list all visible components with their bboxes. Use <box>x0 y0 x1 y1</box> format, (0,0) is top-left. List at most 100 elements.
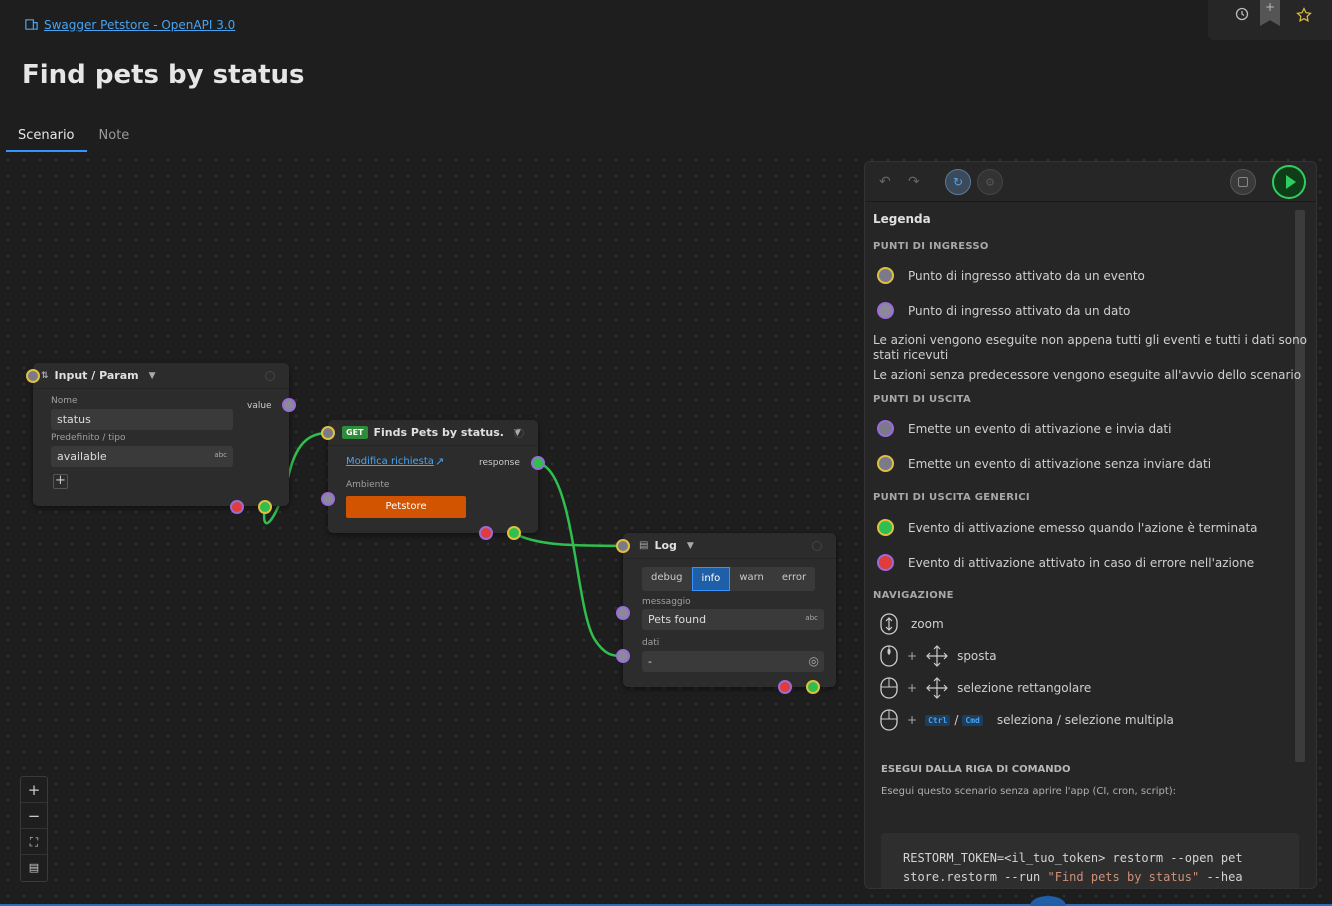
log-node-trigger-port[interactable] <box>616 539 630 553</box>
refresh-icon: ↻ <box>952 175 964 189</box>
legend-generic-err: Evento di attivazione attivato in caso d… <box>877 554 1254 571</box>
history-icon[interactable] <box>1234 6 1250 22</box>
scrollbar[interactable] <box>1295 210 1305 762</box>
panel-toolbar: ↶ ↷ ↻ ⚙ <box>865 162 1316 202</box>
node-header[interactable]: ▤ Log ▼ <box>623 533 836 559</box>
legend-generic-ok: Evento di attivazione emesso quando l'az… <box>877 519 1258 536</box>
level-error[interactable]: error <box>773 567 815 591</box>
default-label: Predefinito / tipo <box>51 433 126 443</box>
top-toolbar: + <box>1208 0 1332 40</box>
data-port-icon <box>877 302 894 319</box>
message-label: messaggio <box>642 597 691 607</box>
play-icon <box>1285 175 1296 189</box>
node-header[interactable]: ⇅ Input / Param ▼ <box>33 363 289 389</box>
node-status-icon <box>812 541 822 551</box>
log-node-data-port[interactable] <box>616 649 630 663</box>
input-node-trigger-port[interactable] <box>26 369 40 383</box>
external-link-icon[interactable]: ↗ <box>435 455 444 468</box>
chevron-down-icon[interactable]: ▼ <box>687 541 694 551</box>
breadcrumb[interactable]: Swagger Petstore - OpenAPI 3.0 <box>24 17 235 32</box>
log-node-done-port[interactable] <box>806 680 820 694</box>
name-field[interactable]: status <box>51 409 233 430</box>
stop-button[interactable] <box>1230 169 1256 195</box>
nav-select: + Ctrl / Cmd seleziona / selezione multi… <box>879 709 1174 731</box>
chevron-down-icon[interactable]: ▼ <box>149 371 156 381</box>
input-node-value-port[interactable] <box>282 398 296 412</box>
request-node-trigger-port[interactable] <box>321 426 335 440</box>
nav-zoom: zoom <box>879 613 944 635</box>
level-info[interactable]: info <box>691 567 731 591</box>
response-output-label: response <box>479 458 520 468</box>
event-exit-port-icon <box>877 455 894 472</box>
data-exit-port-icon <box>877 420 894 437</box>
level-warn[interactable]: warn <box>730 567 773 591</box>
event-port-icon <box>877 267 894 284</box>
edit-request-link[interactable]: Modifica richiesta <box>346 456 434 467</box>
breadcrumb-link[interactable]: Swagger Petstore - OpenAPI 3.0 <box>44 18 235 32</box>
input-param-node[interactable]: ⇅ Input / Param ▼ Nome status Predefinit… <box>33 363 289 506</box>
tab-bar: Scenario Note <box>6 124 141 152</box>
type-tag: abc <box>214 451 227 459</box>
undo-icon[interactable]: ↶ <box>879 174 891 190</box>
plus-icon[interactable]: + <box>53 474 68 489</box>
generic-exit-heading: PUNTI DI USCITA GENERICI <box>873 492 1030 503</box>
success-port-icon <box>877 519 894 536</box>
message-field[interactable]: Pets found abc <box>642 609 824 630</box>
log-node[interactable]: ▤ Log ▼ debug info warn error messaggio … <box>623 533 836 687</box>
level-debug[interactable]: debug <box>642 567 692 591</box>
legend-entry-data: Punto di ingresso attivato da un dato <box>877 302 1130 319</box>
legend-panel: ↶ ↷ ↻ ⚙ Legenda PUNTI DI INGRESSO Punto … <box>864 161 1317 889</box>
node-header[interactable]: GET Finds Pets by status. ▼ <box>328 420 538 446</box>
redo-icon[interactable]: ↷ <box>908 174 920 190</box>
request-node-error-port[interactable] <box>479 526 493 540</box>
tab-note[interactable]: Note <box>87 124 142 152</box>
cmd-key: Cmd <box>962 714 983 726</box>
debug-button[interactable]: ⚙ <box>977 169 1003 195</box>
target-icon[interactable]: ◎ <box>809 654 819 668</box>
legend-title: Legenda <box>873 212 931 226</box>
env-label: Ambiente <box>346 480 390 490</box>
data-field[interactable]: - ◎ <box>642 651 824 672</box>
node-title: Finds Pets by status. <box>373 426 504 439</box>
environment-select[interactable]: Petstore <box>346 496 466 518</box>
bug-icon: ⚙ <box>985 175 995 189</box>
auto-layout-button[interactable]: ↻ <box>945 169 971 195</box>
stop-icon <box>1238 177 1248 187</box>
tab-scenario[interactable]: Scenario <box>6 124 87 152</box>
cli-description: Esegui questo scenario senza aprire l'ap… <box>881 786 1177 797</box>
request-node-data-port[interactable] <box>321 492 335 506</box>
legend-note-2: Le azioni senza predecessore vengono ese… <box>873 368 1302 382</box>
zoom-in-icon[interactable]: + <box>21 777 47 803</box>
request-node-response-port[interactable] <box>531 456 545 470</box>
log-node-message-port[interactable] <box>616 606 630 620</box>
fit-view-icon[interactable]: ⛶ <box>21 829 47 855</box>
legend-exit-data: Emette un evento di attivazione e invia … <box>877 420 1171 437</box>
run-button[interactable] <box>1272 165 1306 199</box>
request-node[interactable]: GET Finds Pets by status. ▼ Modifica ric… <box>328 420 538 533</box>
node-title: Input / Param <box>54 369 139 382</box>
entry-points-heading: PUNTI DI INGRESSO <box>873 241 989 252</box>
error-port-icon <box>877 554 894 571</box>
exit-points-heading: PUNTI DI USCITA <box>873 394 972 405</box>
star-icon[interactable] <box>1296 7 1312 23</box>
legend-note-1: Le azioni vengono eseguite non appena tu… <box>873 333 1308 362</box>
request-node-done-port[interactable] <box>507 526 521 540</box>
input-node-done-port[interactable] <box>258 500 272 514</box>
value-output-label: value <box>247 401 272 411</box>
nav-move: + sposta <box>879 645 997 667</box>
input-node-error-port[interactable] <box>230 500 244 514</box>
log-icon: ▤ <box>639 540 649 551</box>
default-field[interactable]: available abc <box>51 446 233 467</box>
page-title: Find pets by status <box>22 60 305 90</box>
data-label: dati <box>642 638 660 648</box>
move-arrows-icon <box>926 677 948 699</box>
zoom-out-icon[interactable]: − <box>21 803 47 829</box>
log-level-selector[interactable]: debug info warn error <box>642 567 816 591</box>
mouse-left-icon <box>880 677 898 699</box>
nav-rect-select: + selezione rettangolare <box>879 677 1091 699</box>
log-node-error-port[interactable] <box>778 680 792 694</box>
cli-command[interactable]: RESTORM_TOKEN=<il_tuo_token> restorm --o… <box>881 833 1299 888</box>
bookmark-icon[interactable]: + <box>1260 0 1280 26</box>
minimap-icon[interactable]: ▤ <box>21 855 47 881</box>
mouse-left-icon <box>880 709 898 731</box>
